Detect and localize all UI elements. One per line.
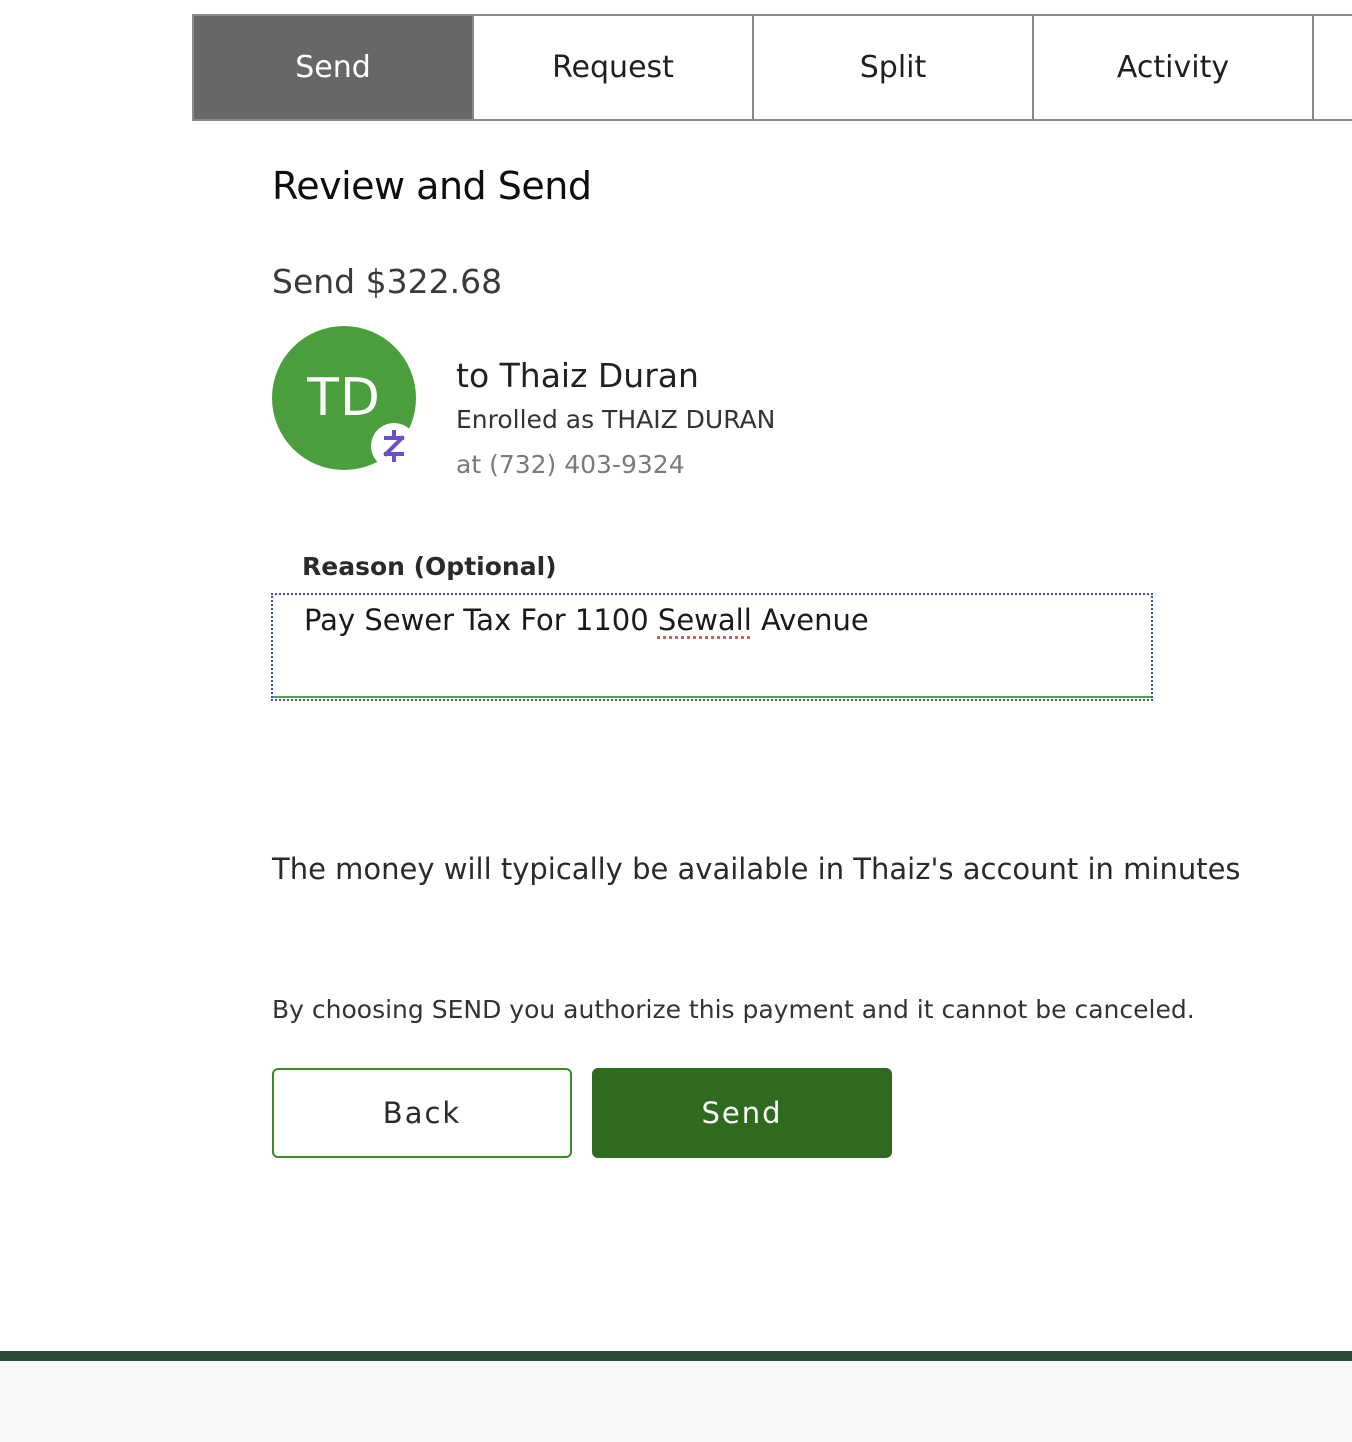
- tab-send[interactable]: Send: [194, 16, 474, 119]
- reason-text-start: Pay Sewer Tax For 1100: [304, 603, 658, 637]
- recipient-enrolled-as: Enrolled as THAIZ DURAN: [456, 405, 776, 434]
- footer: [0, 1361, 1352, 1442]
- zelle-icon: [371, 423, 417, 469]
- zelle-glyph: [383, 430, 405, 462]
- recipient-name: to Thaiz Duran: [456, 356, 699, 395]
- tab-bar: Send Request Split Activity: [192, 14, 1352, 121]
- page-title: Review and Send: [272, 164, 592, 208]
- reason-input[interactable]: Pay Sewer Tax For 1100 Sewall Avenue: [271, 593, 1153, 701]
- authorization-notice: By choosing SEND you authorize this paym…: [272, 995, 1195, 1024]
- tab-split[interactable]: Split: [754, 16, 1034, 119]
- reason-input-underline: [273, 696, 1151, 698]
- send-amount-value: $322.68: [365, 262, 503, 301]
- back-button[interactable]: Back: [272, 1068, 572, 1158]
- reason-label: Reason (Optional): [302, 552, 557, 581]
- reason-text-end: Avenue: [751, 603, 869, 637]
- tab-activity[interactable]: Activity: [1034, 16, 1314, 119]
- recipient-phone: at (732) 403-9324: [456, 450, 685, 479]
- availability-message: The money will typically be available in…: [272, 852, 1241, 886]
- send-button[interactable]: Send: [592, 1068, 892, 1158]
- footer-divider: [0, 1351, 1352, 1361]
- send-amount-summary: Send $322.68: [272, 262, 502, 301]
- tab-request[interactable]: Request: [474, 16, 754, 119]
- reason-text-misspelled: Sewall: [657, 603, 752, 637]
- send-action-label: Send: [272, 262, 356, 301]
- avatar-initials: TD: [307, 368, 381, 428]
- reason-input-value[interactable]: Pay Sewer Tax For 1100 Sewall Avenue: [304, 603, 869, 637]
